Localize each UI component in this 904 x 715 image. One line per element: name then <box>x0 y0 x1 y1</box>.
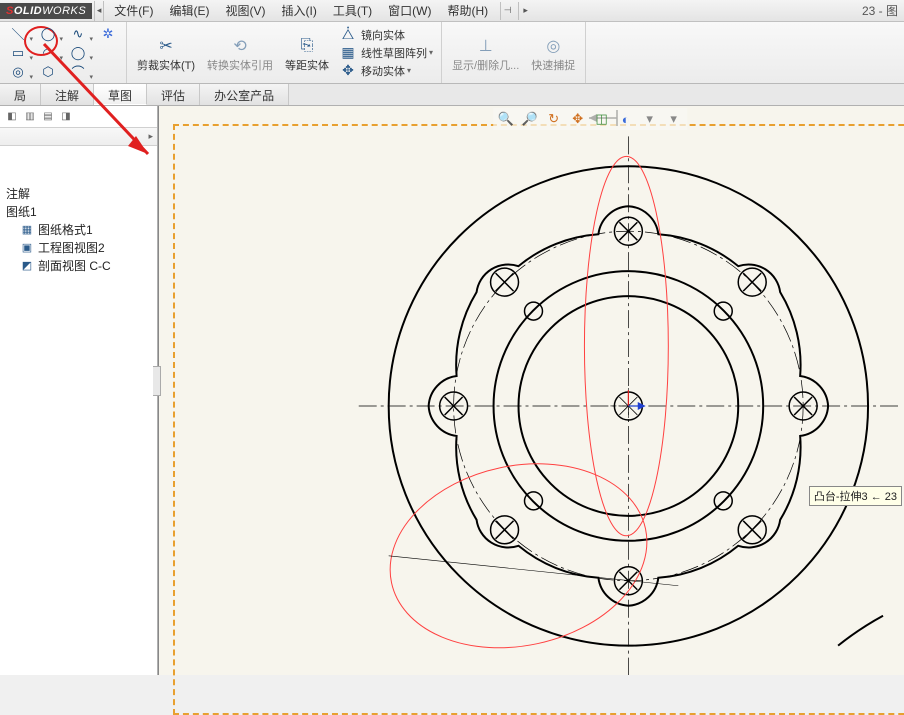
point-tool[interactable]: ✲ <box>94 25 122 43</box>
tab-annotation[interactable]: 注解 <box>41 84 94 105</box>
ribbon-transform-list: ⧊镜向实体 ▦线性草图阵列▾ ✥移动实体▾ <box>335 26 437 80</box>
feature-tree[interactable]: 注解 图纸1 ▦图纸格式1 ▣工程图视图2 ◩剖面视图 C-C <box>0 146 157 278</box>
menu-tools[interactable]: 工具(T) <box>325 0 380 21</box>
tab-office[interactable]: 办公室产品 <box>200 84 289 105</box>
menu-insert[interactable]: 插入(I) <box>274 0 325 21</box>
tree-section[interactable]: ◩剖面视图 C-C <box>6 256 153 274</box>
panel-tabs: ◧ ▥ ▤ ◨ <box>0 106 157 128</box>
menu-pin-icon[interactable]: ⊣ <box>500 2 514 20</box>
menu-view[interactable]: 视图(V) <box>218 0 274 21</box>
app-logo: SOLIDWORKS <box>0 3 92 19</box>
drawing-canvas[interactable]: 🔍 🔎 ↻ ✥ ◫ ◐ ▾ ▾ <box>158 106 904 675</box>
line-tool[interactable]: ＼▾ <box>4 25 32 43</box>
rectangle-tool[interactable]: ▭▾ <box>4 44 32 62</box>
polygon-tool[interactable]: ⬡ <box>34 63 62 81</box>
pattern-button[interactable]: ▦线性草图阵列▾ <box>335 44 437 62</box>
document-title: 23 - 图 <box>532 2 904 19</box>
slot-tool[interactable]: ◎▾ <box>4 63 32 81</box>
ribbon-display-group: ⊥ 显示/删除几... ◎ 快速捕捉 <box>442 22 586 83</box>
tree-format[interactable]: ▦图纸格式1 <box>6 220 153 238</box>
panel-tab-4[interactable]: ◨ <box>58 109 74 125</box>
panel-tab-1[interactable]: ◧ <box>4 109 20 125</box>
menu-window[interactable]: 窗口(W) <box>380 0 439 21</box>
trim-button[interactable]: ✂ 剪裁实体(T) <box>131 24 201 82</box>
hover-tooltip: 凸台-拉伸3 ← 23 <box>809 486 902 506</box>
sheet-format-icon: ▦ <box>20 222 34 236</box>
move-icon: ✥ <box>339 62 357 79</box>
panel-toolbar: ▸ <box>0 128 157 146</box>
tree-view[interactable]: ▣工程图视图2 <box>6 238 153 256</box>
main-area: ◧ ▥ ▤ ◨ ▸ 注解 图纸1 ▦图纸格式1 ▣工程图视图2 ◩剖面视图 C-… <box>0 106 904 675</box>
circle-tool[interactable]: ◯▾ <box>34 25 62 43</box>
offset-button[interactable]: ⎘ 等距实体 <box>279 24 335 82</box>
menu-file[interactable]: 文件(F) <box>106 0 161 21</box>
blank2 <box>94 63 122 81</box>
panel-tab-3[interactable]: ▤ <box>40 109 56 125</box>
panel-tab-2[interactable]: ▥ <box>22 109 38 125</box>
menu-scroll-left[interactable]: ◂ <box>94 1 104 21</box>
drawing-view-icon: ▣ <box>20 240 34 254</box>
drawing-svg <box>159 106 904 675</box>
fillet-tool[interactable]: ⌒▾ <box>64 63 92 81</box>
scissors-icon: ✂ <box>154 34 178 58</box>
quicksnap-button[interactable]: ◎ 快速捕捉 <box>525 24 581 82</box>
menu-help[interactable]: 帮助(H) <box>440 0 497 21</box>
move-button[interactable]: ✥移动实体▾ <box>335 62 437 80</box>
mirror-icon: ⧊ <box>339 26 357 43</box>
display-delete-button[interactable]: ⊥ 显示/删除几... <box>446 24 525 82</box>
blank1 <box>94 44 122 62</box>
arc-tool[interactable]: ◠▾ <box>34 44 62 62</box>
tab-evaluate[interactable]: 评估 <box>147 84 200 105</box>
section-view-icon: ◩ <box>20 258 34 272</box>
pattern-icon: ▦ <box>339 44 357 61</box>
ribbon: ＼▾ ◯▾ ∿▾ ✲ ▭▾ ◠▾ ◯▾ ◎▾ ⬡ ⌒▾ ✂ 剪裁实体(T) ⟲ … <box>0 22 904 84</box>
tree-root[interactable]: 注解 <box>6 184 153 202</box>
mirror-button[interactable]: ⧊镜向实体 <box>335 26 437 44</box>
convert-icon: ⟲ <box>228 34 252 58</box>
convert-button[interactable]: ⟲ 转换实体引用 <box>201 24 279 82</box>
display-icon: ⊥ <box>474 34 498 58</box>
offset-icon: ⎘ <box>295 34 319 58</box>
command-tabs: 局 注解 草图 评估 办公室产品 <box>0 84 904 106</box>
spline-tool[interactable]: ∿▾ <box>64 25 92 43</box>
feature-tree-panel: ◧ ▥ ▤ ◨ ▸ 注解 图纸1 ▦图纸格式1 ▣工程图视图2 ◩剖面视图 C-… <box>0 106 158 675</box>
ribbon-edit-group: ✂ 剪裁实体(T) ⟲ 转换实体引用 ⎘ 等距实体 ⧊镜向实体 ▦线性草图阵列▾… <box>127 22 442 83</box>
menu-edit[interactable]: 编辑(E) <box>162 0 218 21</box>
menu-scroll-right[interactable]: ▸ <box>518 2 532 20</box>
tree-sheet[interactable]: 图纸1 <box>6 202 153 220</box>
menubar: SOLIDWORKS ◂ 文件(F) 编辑(E) 视图(V) 插入(I) 工具(… <box>0 0 904 22</box>
tab-layout[interactable]: 局 <box>0 84 41 105</box>
ellipse-tool[interactable]: ◯▾ <box>64 44 92 62</box>
snap-icon: ◎ <box>541 34 565 58</box>
tab-sketch[interactable]: 草图 <box>94 84 147 105</box>
ribbon-sketch-tools: ＼▾ ◯▾ ∿▾ ✲ ▭▾ ◠▾ ◯▾ ◎▾ ⬡ ⌒▾ <box>0 22 127 83</box>
